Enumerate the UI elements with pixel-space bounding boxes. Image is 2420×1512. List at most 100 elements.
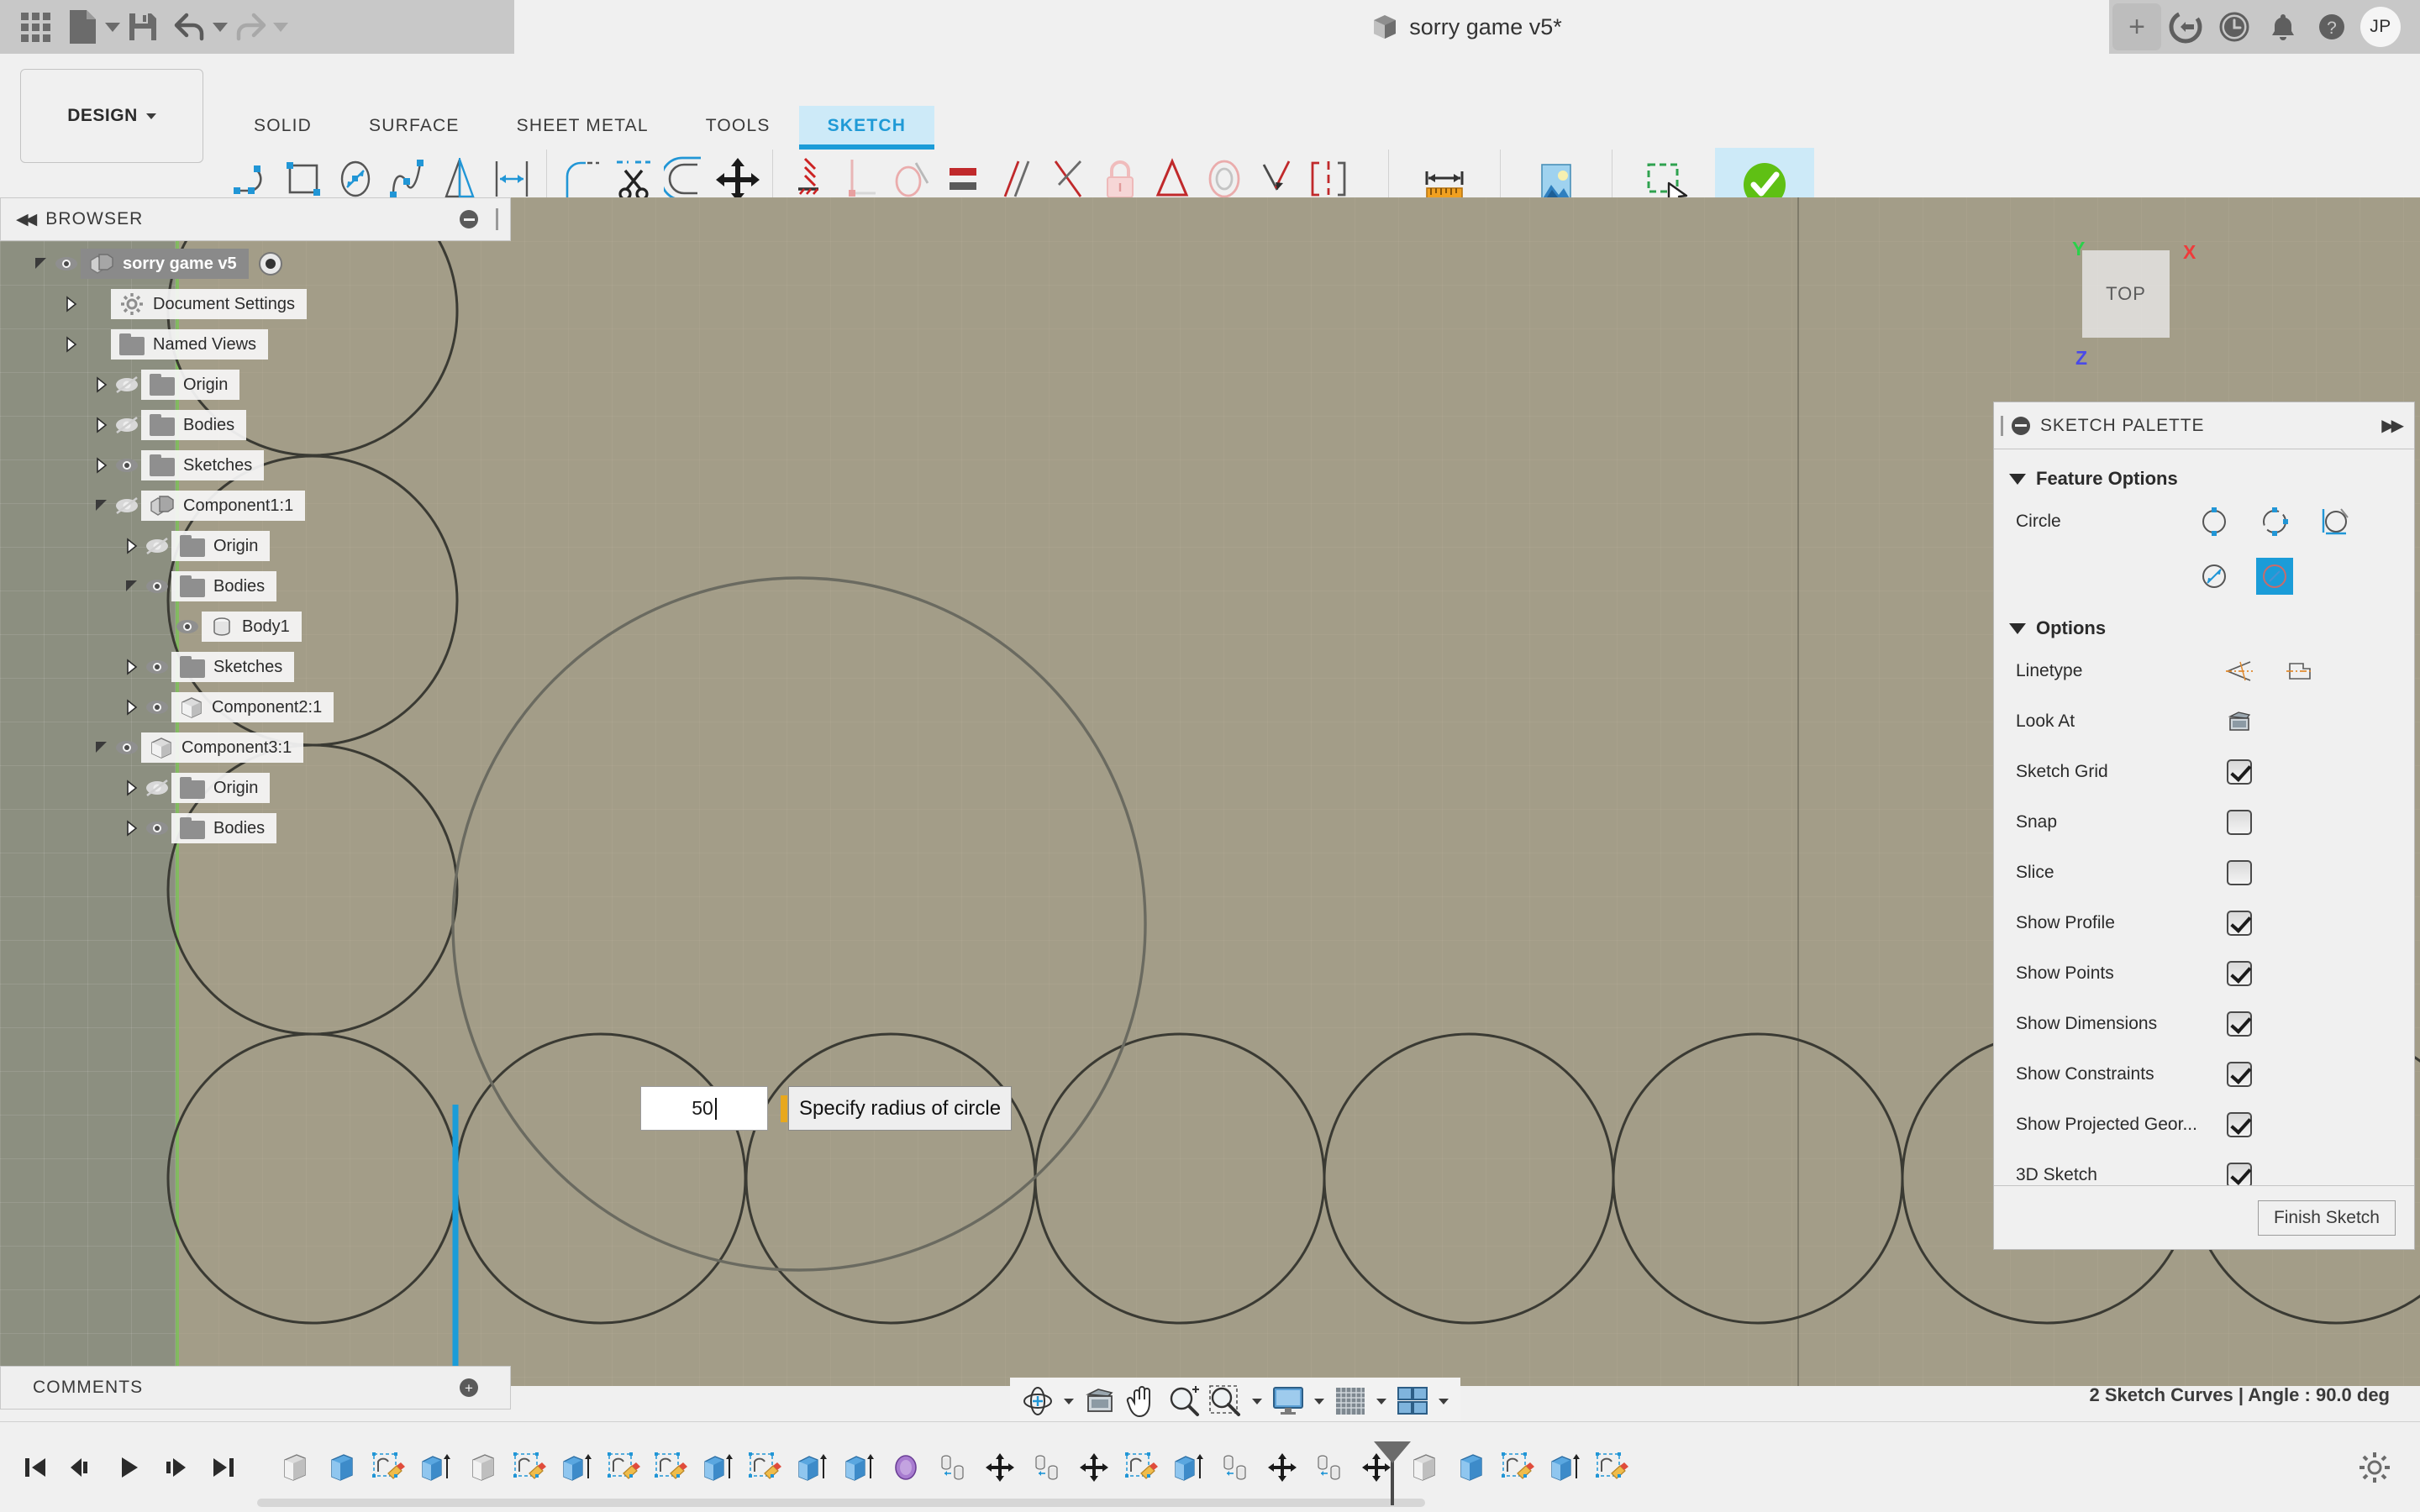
visibility-icon[interactable] bbox=[143, 693, 171, 722]
timeline-feature-2[interactable] bbox=[318, 1441, 365, 1494]
pan-icon[interactable] bbox=[1121, 1380, 1163, 1422]
browser-row-sketches[interactable]: Sketches bbox=[0, 647, 511, 687]
timeline-feature-17[interactable] bbox=[1023, 1441, 1071, 1494]
view-cube[interactable]: TOP bbox=[2082, 250, 2170, 338]
browser-row-content[interactable]: Component3:1 bbox=[141, 732, 304, 763]
comments-panel-header[interactable]: COMMENTS + bbox=[0, 1366, 511, 1410]
timeline-step-forward-button[interactable] bbox=[160, 1446, 193, 1488]
visibility-icon[interactable] bbox=[173, 612, 202, 641]
new-tab-button[interactable]: + bbox=[2112, 3, 2161, 51]
browser-row-content[interactable]: Named Views bbox=[111, 329, 269, 360]
browser-row-document-settings[interactable]: Document Settings bbox=[0, 284, 511, 324]
chevron-right-icon[interactable] bbox=[121, 777, 143, 799]
notifications-icon[interactable] bbox=[2259, 3, 2307, 51]
timeline-feature-list[interactable] bbox=[271, 1436, 1635, 1499]
browser-row-bodies[interactable]: Bodies bbox=[0, 808, 511, 848]
timeline-feature-1[interactable] bbox=[271, 1441, 318, 1494]
visibility-icon[interactable] bbox=[143, 653, 171, 681]
palette-expand-icon[interactable]: ▶▶ bbox=[2381, 415, 2404, 436]
palette-finish-sketch-button[interactable]: Finish Sketch bbox=[2257, 1200, 2396, 1236]
undo-caret-icon[interactable] bbox=[213, 3, 228, 50]
browser-row-content[interactable]: Component1:1 bbox=[141, 491, 306, 521]
activate-component-radio[interactable] bbox=[258, 252, 282, 276]
app-grid-icon[interactable] bbox=[12, 3, 59, 50]
undo-icon[interactable] bbox=[166, 3, 213, 50]
chevron-down-icon[interactable] bbox=[30, 253, 52, 275]
collapse-browser-icon[interactable]: ◀◀ bbox=[16, 210, 37, 229]
tab-surface[interactable]: SURFACE bbox=[340, 106, 488, 146]
chevron-right-icon[interactable] bbox=[121, 535, 143, 557]
timeline-feature-9[interactable] bbox=[647, 1441, 694, 1494]
visibility-icon[interactable] bbox=[52, 249, 81, 278]
timeline-feature-29[interactable] bbox=[1588, 1441, 1635, 1494]
recent-icon[interactable] bbox=[2210, 3, 2259, 51]
tab-sheet-metal[interactable]: SHEET METAL bbox=[488, 106, 677, 146]
browser-collapse-icon[interactable] bbox=[460, 210, 478, 228]
chevron-right-icon[interactable] bbox=[91, 454, 113, 476]
tab-solid[interactable]: SOLID bbox=[225, 106, 340, 146]
browser-row-body1[interactable]: Body1 bbox=[0, 606, 511, 647]
options-section-header[interactable]: Options bbox=[1994, 611, 2414, 646]
browser-row-content[interactable]: Component2:1 bbox=[171, 692, 334, 722]
orbit-icon[interactable] bbox=[1017, 1380, 1059, 1422]
zoom-window-caret-icon[interactable] bbox=[1247, 1380, 1267, 1422]
timeline-feature-27[interactable] bbox=[1494, 1441, 1541, 1494]
three-point-circle-icon[interactable] bbox=[2196, 558, 2233, 595]
timeline-feature-18[interactable] bbox=[1071, 1441, 1118, 1494]
timeline-feature-7[interactable] bbox=[553, 1441, 600, 1494]
timeline-feature-19[interactable] bbox=[1118, 1441, 1165, 1494]
visibility-icon[interactable] bbox=[82, 330, 111, 359]
new-file-icon[interactable] bbox=[59, 3, 106, 50]
save-icon[interactable] bbox=[119, 3, 166, 50]
visibility-off-icon[interactable] bbox=[113, 411, 141, 439]
look-at-icon[interactable] bbox=[1079, 1380, 1121, 1422]
timeline-feature-26[interactable] bbox=[1447, 1441, 1494, 1494]
timeline-feature-28[interactable] bbox=[1541, 1441, 1588, 1494]
timeline-feature-22[interactable] bbox=[1259, 1441, 1306, 1494]
browser-row-component1-1[interactable]: Component1:1 bbox=[0, 486, 511, 526]
palette-grip-icon[interactable] bbox=[2001, 415, 2003, 436]
two-point-circle-icon[interactable] bbox=[2256, 503, 2293, 540]
visibility-icon[interactable] bbox=[143, 814, 171, 843]
timeline-feature-13[interactable] bbox=[835, 1441, 882, 1494]
look-at-icon[interactable] bbox=[2221, 703, 2258, 740]
chevron-down-icon[interactable] bbox=[91, 495, 113, 517]
browser-row-content[interactable]: Origin bbox=[171, 531, 271, 561]
display-settings-icon[interactable] bbox=[1267, 1380, 1309, 1422]
checkbox-show-projected-geor-[interactable] bbox=[2221, 1106, 2258, 1143]
timeline-begin-button[interactable] bbox=[18, 1446, 52, 1488]
browser-row-origin[interactable]: Origin bbox=[0, 768, 511, 808]
timeline-feature-14[interactable] bbox=[882, 1441, 929, 1494]
browser-row-component3-1[interactable]: Component3:1 bbox=[0, 727, 511, 768]
grid-settings-icon[interactable] bbox=[1329, 1380, 1371, 1422]
new-file-caret-icon[interactable] bbox=[105, 3, 120, 50]
browser-row-sorry-game-v5[interactable]: sorry game v5 bbox=[0, 244, 511, 284]
browser-row-origin[interactable]: Origin bbox=[0, 365, 511, 405]
checkbox-show-points[interactable] bbox=[2221, 955, 2258, 992]
timeline-feature-4[interactable] bbox=[412, 1441, 459, 1494]
zoom-window-icon[interactable] bbox=[1205, 1380, 1247, 1422]
checkbox-slice[interactable] bbox=[2221, 854, 2258, 891]
chevron-right-icon[interactable] bbox=[121, 817, 143, 839]
timeline-end-marker[interactable] bbox=[1374, 1441, 1411, 1505]
chevron-right-icon[interactable] bbox=[91, 414, 113, 436]
chevron-right-icon[interactable] bbox=[121, 656, 143, 678]
timeline-feature-21[interactable] bbox=[1212, 1441, 1259, 1494]
checkbox-show-dimensions[interactable] bbox=[2221, 1005, 2258, 1042]
chevron-right-icon[interactable] bbox=[60, 293, 82, 315]
help-icon[interactable]: ? bbox=[2307, 3, 2356, 51]
checkbox-3d-sketch[interactable] bbox=[2221, 1157, 2258, 1185]
job-status-icon[interactable] bbox=[2161, 3, 2210, 51]
timeline-feature-3[interactable] bbox=[365, 1441, 412, 1494]
construction-linetype-icon[interactable] bbox=[2221, 653, 2258, 690]
browser-row-bodies[interactable]: Bodies bbox=[0, 405, 511, 445]
tree-expander[interactable] bbox=[151, 616, 173, 638]
browser-row-content[interactable]: Bodies bbox=[171, 571, 277, 601]
grid-settings-caret-icon[interactable] bbox=[1371, 1380, 1392, 1422]
browser-row-sketches[interactable]: Sketches bbox=[0, 445, 511, 486]
checkbox-show-constraints[interactable] bbox=[2221, 1056, 2258, 1093]
timeline-step-back-button[interactable] bbox=[66, 1446, 99, 1488]
timeline-feature-15[interactable] bbox=[929, 1441, 976, 1494]
chevron-right-icon[interactable] bbox=[91, 374, 113, 396]
visibility-icon[interactable] bbox=[82, 290, 111, 318]
